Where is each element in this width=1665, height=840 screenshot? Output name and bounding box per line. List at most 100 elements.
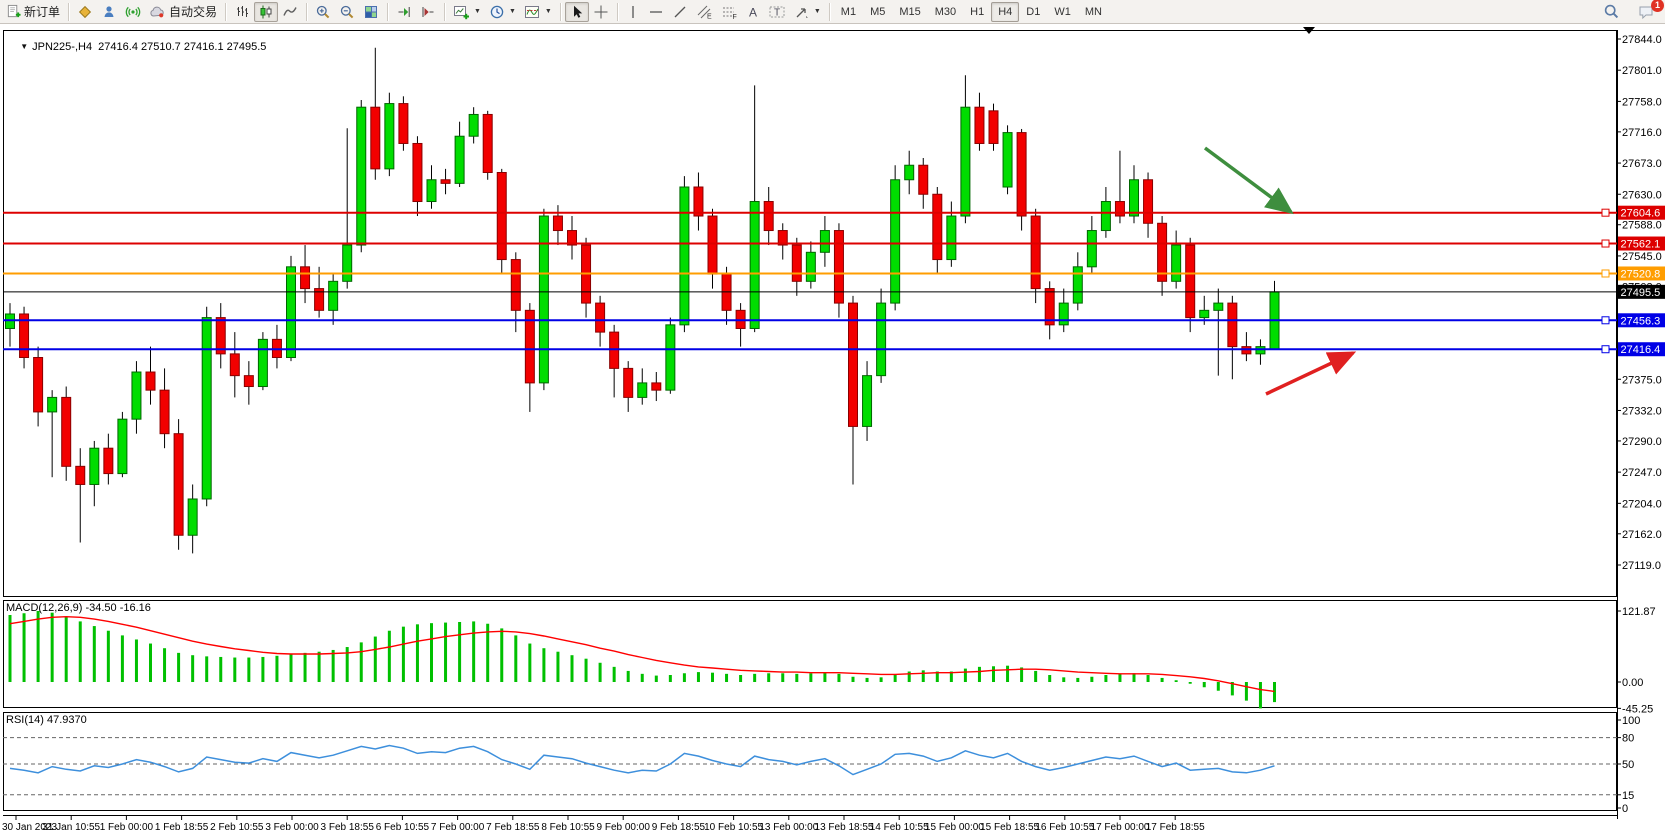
price-badge-label: 27604.6 [1621,208,1661,220]
candle-body [610,332,619,368]
macd-bar [1259,682,1262,708]
vertical-line-tool[interactable] [622,2,644,22]
candle-body [188,499,197,535]
green-down-arrow[interactable] [1205,148,1291,212]
new-chart-button[interactable]: ▼ [449,2,485,22]
timeframe-h4-button[interactable]: H4 [991,2,1019,22]
macd-bar [318,652,321,682]
macd-bar [880,677,883,682]
signals-button[interactable] [121,2,145,22]
macd-bar [613,667,616,682]
market-watch-button[interactable] [73,2,97,22]
search-button[interactable] [1599,2,1624,22]
line-anchor-handle[interactable] [1602,209,1609,216]
red-up-arrow[interactable] [1266,353,1353,394]
macd-bar [669,675,672,682]
fibonacci-tool[interactable]: F [717,2,742,22]
person-icon [101,4,117,20]
macd-bar [795,674,798,682]
timeframe-mn-button[interactable]: MN [1078,2,1109,22]
arrows-tool[interactable]: ▼ [790,2,825,22]
trendline-tool[interactable] [668,2,692,22]
indicators-icon [524,4,541,20]
candle-body [34,358,43,412]
chart-canvas[interactable]: 27844.027801.027758.027716.027673.027630… [0,24,1665,840]
crosshair-button[interactable] [589,2,613,22]
candle-body [1087,231,1096,267]
candle-body [455,136,464,183]
tile-windows-icon [363,4,379,20]
candle-body [202,318,211,499]
line-anchor-handle[interactable] [1602,317,1609,324]
cursor-button[interactable] [565,2,589,22]
trendline-icon [672,4,688,20]
line-anchor-handle[interactable] [1602,240,1609,247]
rsi-axis-label: 0 [1622,803,1628,815]
candle-body [947,216,956,260]
macd-bar [585,659,588,682]
candlestick-chart-button[interactable] [254,2,278,22]
tile-windows-button[interactable] [359,2,383,22]
zoom-in-button[interactable] [311,2,335,22]
chat-button[interactable]: 1 [1634,2,1659,22]
candle-body [989,111,998,144]
time-label: 16 Feb 10:55 [1035,822,1094,833]
chart-title-text: JPN225-,H4 27416.4 27510.7 27416.1 27495… [32,41,266,53]
time-label: 9 Feb 18:55 [652,822,706,833]
timeframe-d1-button[interactable]: D1 [1019,2,1047,22]
toolbar-separator [306,3,307,21]
arrows-tool-icon [794,4,810,20]
candle-body [357,107,366,245]
auto-scroll-button[interactable] [392,2,416,22]
macd-bar [458,622,461,682]
time-label: 3 Feb 00:00 [265,822,319,833]
line-anchor-handle[interactable] [1602,346,1609,353]
auto-trading-button[interactable]: 自动交易 [145,2,221,22]
text-tool[interactable]: A [742,2,764,22]
line-anchor-handle[interactable] [1602,270,1609,277]
toolbar-group-chart-type [230,0,302,24]
dropdown-caret-icon: ▼ [814,8,821,15]
candle-body [596,303,605,332]
timeframe-m1-button[interactable]: M1 [834,2,863,22]
timeframe-w1-button[interactable]: W1 [1047,2,1078,22]
period-clock-button[interactable]: ▼ [485,2,520,22]
price-tick-label: 27758.0 [1622,96,1662,108]
zoom-out-button[interactable] [335,2,359,22]
toolbar-group-zoom [311,0,383,24]
candle-body [287,267,296,358]
time-label: 9 Feb 00:00 [597,822,651,833]
community-button[interactable] [97,2,121,22]
macd-bar [500,628,503,682]
candle-body [820,231,829,253]
equidistant-channel-tool[interactable]: E [692,2,717,22]
toolbar: 新订单 自动交易 [0,0,1665,24]
line-chart-button[interactable] [278,2,302,22]
candle-body [1003,133,1012,187]
macd-bar [275,656,278,682]
toolbar-group-drawing: E F A T ▼ [622,0,825,24]
macd-bar [1175,680,1178,682]
macd-bar [374,637,377,682]
time-label: 1 Feb 18:55 [155,822,209,833]
time-label: 8 Feb 10:55 [541,822,595,833]
timeframe-h1-button[interactable]: H1 [963,2,991,22]
timeframe-m30-button[interactable]: M30 [928,2,963,22]
new-order-button[interactable]: 新订单 [2,2,64,22]
candle-body [1031,216,1040,289]
horizontal-line-tool[interactable] [644,2,668,22]
macd-bar [655,676,658,682]
text-label-tool[interactable]: T [764,2,790,22]
bar-chart-icon [234,4,250,20]
rsi-level-lines [3,738,1617,795]
candle-body [1214,303,1223,310]
chart-shift-button[interactable] [416,2,440,22]
chart-title-collapse-icon[interactable]: ▼ [20,42,28,51]
new-order-label: 新订单 [24,3,60,20]
toolbar-group-timeframes: M1 M5 M15 M30 H1 H4 D1 W1 MN [834,0,1109,24]
timeframe-m5-button[interactable]: M5 [863,2,892,22]
bar-chart-button[interactable] [230,2,254,22]
indicators-button[interactable]: ▼ [520,2,556,22]
candle-body [1144,180,1153,224]
timeframe-m15-button[interactable]: M15 [892,2,927,22]
